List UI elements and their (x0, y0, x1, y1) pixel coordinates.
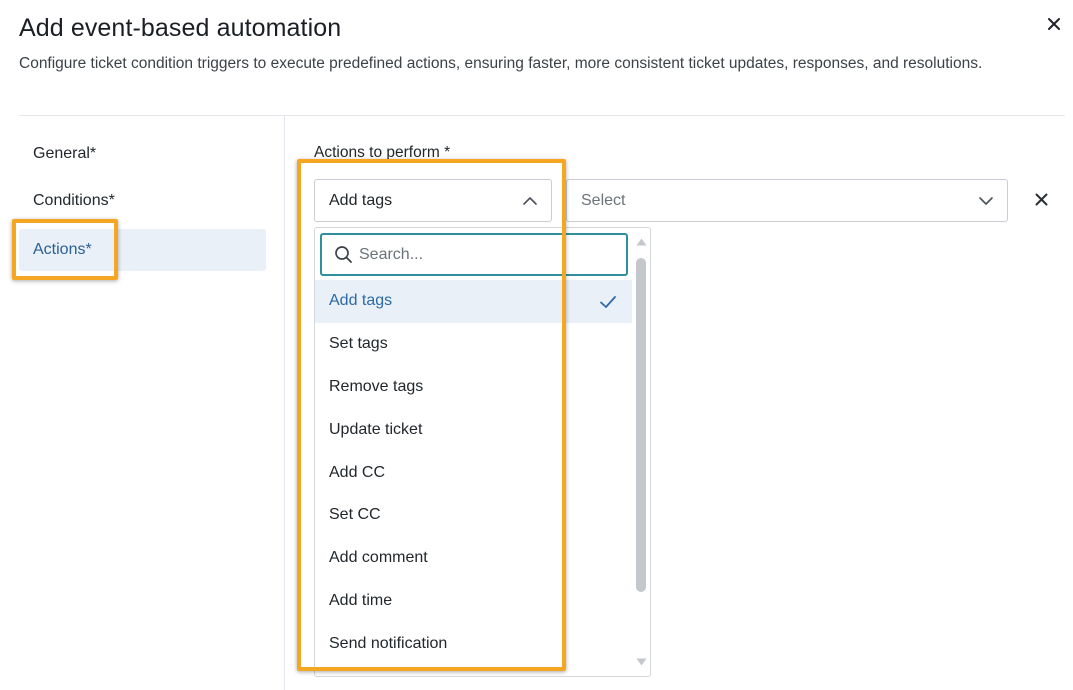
sidebar-item-label: Conditions* (33, 192, 115, 209)
sidebar-item-actions[interactable]: Actions* (19, 229, 266, 271)
option-label: Update ticket (329, 420, 423, 438)
search-icon (335, 246, 352, 263)
option-remove-tags[interactable]: Remove tags (315, 366, 632, 409)
remove-action-button[interactable] (1030, 188, 1052, 210)
automation-modal: Add event-based automation Configure tic… (0, 0, 1073, 690)
option-label: Add time (329, 591, 393, 609)
option-add-tags[interactable]: Add tags (315, 280, 632, 323)
scroll-thumb[interactable] (636, 258, 646, 592)
modal-title: Add event-based automation (19, 14, 342, 42)
action-type-dropdown: Add tags Set tags Remove tags Update tic… (314, 227, 651, 677)
sidebar-item-general[interactable]: General* (19, 133, 266, 175)
option-label: Add comment (329, 549, 428, 567)
option-label: Add CC (329, 463, 386, 481)
option-set-tags[interactable]: Set tags (315, 323, 632, 366)
sidebar-item-label: General* (33, 145, 97, 162)
option-label: Set CC (329, 506, 381, 524)
modal-subtitle: Configure ticket condition triggers to e… (19, 55, 983, 72)
option-add-time[interactable]: Add time (315, 580, 632, 623)
option-label: Add tags (329, 292, 393, 310)
action-type-select[interactable]: Add tags (314, 179, 552, 222)
dropdown-scrollbar[interactable] (635, 236, 648, 668)
option-label: Remove tags (329, 377, 424, 395)
close-button[interactable] (1042, 12, 1066, 36)
close-icon (1048, 18, 1060, 30)
option-label: Send notification (329, 634, 448, 652)
scroll-up-arrow-icon[interactable] (635, 236, 648, 248)
action-value-select[interactable]: Select (566, 179, 1008, 222)
option-add-comment[interactable]: Add comment (315, 537, 632, 580)
scroll-down-arrow-icon[interactable] (635, 656, 648, 668)
sidebar-divider (284, 116, 285, 690)
sidebar-item-label: Actions* (33, 241, 92, 258)
sidebar-item-conditions[interactable]: Conditions* (19, 180, 266, 222)
chevron-up-icon (523, 197, 537, 205)
action-value-placeholder: Select (581, 191, 626, 209)
check-icon (600, 296, 616, 308)
header-divider (19, 115, 1065, 116)
actions-label: Actions to perform * (314, 144, 451, 161)
option-add-cc[interactable]: Add CC (315, 451, 632, 494)
option-list: Add tags Set tags Remove tags Update tic… (315, 280, 632, 665)
option-set-cc[interactable]: Set CC (315, 494, 632, 537)
search-input[interactable] (359, 245, 599, 264)
action-type-value: Add tags (329, 191, 393, 209)
option-label: Set tags (329, 335, 388, 353)
option-send-notification[interactable]: Send notification (315, 622, 632, 665)
chevron-down-icon (979, 197, 993, 205)
option-update-ticket[interactable]: Update ticket (315, 408, 632, 451)
dropdown-search[interactable] (320, 233, 628, 276)
close-icon (1035, 193, 1047, 205)
